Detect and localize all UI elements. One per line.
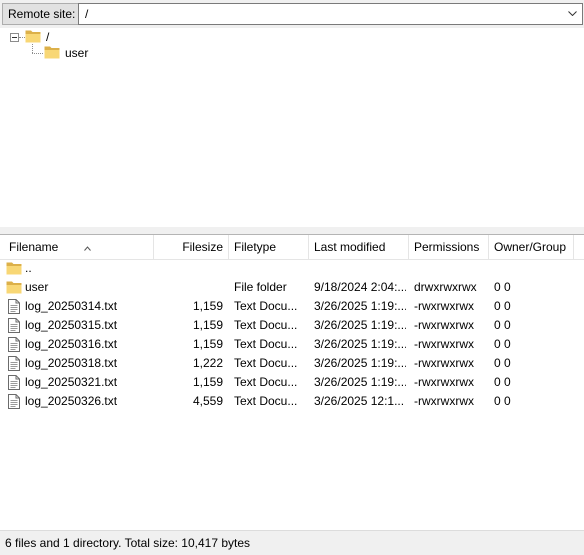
column-separator[interactable] — [573, 235, 574, 259]
row-filesize: 4,559 — [192, 394, 223, 408]
text-file-icon — [8, 394, 20, 415]
folder-row[interactable]: user File folder 9/18/2024 2:04:... drwxrwx… — [0, 278, 584, 297]
row-filesize: 1,159 — [192, 318, 223, 332]
row-last-modified: 3/26/2025 1:19:... — [314, 337, 406, 351]
row-permissions: -rwxrwxrwx — [414, 394, 474, 408]
column-separator[interactable] — [408, 235, 409, 259]
column-header-last-modified[interactable]: Last modified — [314, 235, 406, 259]
row-owner-group: 0 0 — [494, 299, 511, 313]
column-header-filetype[interactable]: Filetype — [234, 235, 304, 259]
remote-site-path-value[interactable]: / — [85, 4, 88, 24]
row-filetype: Text Docu... — [234, 299, 298, 313]
row-permissions: -rwxrwxrwx — [414, 356, 474, 370]
row-owner-group: 0 0 — [494, 375, 511, 389]
remote-site-bar: Remote site: / — [0, 0, 584, 28]
row-filetype: File folder — [234, 280, 287, 294]
tree-node-label[interactable]: user — [65, 44, 88, 62]
file-row[interactable]: log_20250321.txt 1,159 Text Docu... 3/26/20… — [0, 373, 584, 392]
row-owner-group: 0 0 — [494, 356, 511, 370]
row-permissions: -rwxrwxrwx — [414, 318, 474, 332]
row-filesize: 1,159 — [192, 299, 223, 313]
row-owner-group: 0 0 — [494, 337, 511, 351]
sort-ascending-icon — [84, 235, 91, 259]
row-permissions: -rwxrwxrwx — [414, 337, 474, 351]
column-separator[interactable] — [228, 235, 229, 259]
row-filename: log_20250318.txt — [25, 356, 118, 370]
column-separator[interactable] — [308, 235, 309, 259]
column-header-filename[interactable]: Filename — [9, 235, 149, 259]
row-permissions: -rwxrwxrwx — [414, 299, 474, 313]
collapse-toggle-icon[interactable] — [10, 33, 19, 42]
row-filesize: 1,222 — [192, 356, 223, 370]
row-last-modified: 3/26/2025 12:1... — [314, 394, 405, 408]
row-filename: user — [25, 280, 49, 294]
row-last-modified: 9/18/2024 2:04:... — [314, 280, 406, 294]
row-filename: log_20250314.txt — [25, 299, 118, 313]
row-owner-group: 0 0 — [494, 280, 511, 294]
column-header-permissions[interactable]: Permissions — [414, 235, 488, 259]
row-filetype: Text Docu... — [234, 337, 298, 351]
row-filename: log_20250326.txt — [25, 394, 118, 408]
row-filename: .. — [25, 261, 32, 275]
parent-directory-row[interactable]: .. — [0, 259, 584, 278]
column-header-owner-group[interactable]: Owner/Group — [494, 235, 582, 259]
folder-open-icon — [25, 29, 41, 48]
status-bar: 6 files and 1 directory. Total size: 10,… — [0, 530, 584, 555]
chevron-down-icon[interactable] — [566, 4, 580, 24]
row-filesize: 1,159 — [192, 375, 223, 389]
tree-connector — [32, 53, 43, 54]
file-row[interactable]: log_20250318.txt 1,222 Text Docu... 3/26/20… — [0, 354, 584, 373]
row-filename: log_20250316.txt — [25, 337, 118, 351]
file-row[interactable]: log_20250315.txt 1,159 Text Docu... 3/26/20… — [0, 316, 584, 335]
row-last-modified: 3/26/2025 1:19:... — [314, 299, 406, 313]
column-header-label: Filename — [9, 240, 59, 254]
column-separator[interactable] — [488, 235, 489, 259]
column-header-filesize[interactable]: Filesize — [154, 235, 223, 259]
row-filetype: Text Docu... — [234, 394, 298, 408]
row-owner-group: 0 0 — [494, 394, 511, 408]
row-last-modified: 3/26/2025 1:19:... — [314, 318, 406, 332]
row-filesize — [154, 278, 223, 297]
row-filesize: 1,159 — [192, 337, 223, 351]
row-filetype: Text Docu... — [234, 375, 298, 389]
file-row[interactable]: log_20250314.txt 1,159 Text Docu... 3/26/20… — [0, 297, 584, 316]
row-filetype: Text Docu... — [234, 318, 298, 332]
row-permissions: -rwxrwxrwx — [414, 375, 474, 389]
row-last-modified: 3/26/2025 1:19:... — [314, 375, 406, 389]
remote-site-path-combobox[interactable]: / — [78, 3, 583, 25]
row-filename: log_20250315.txt — [25, 318, 118, 332]
status-text: 6 files and 1 directory. Total size: 10,… — [5, 536, 251, 550]
file-row[interactable]: log_20250316.txt 1,159 Text Docu... 3/26/20… — [0, 335, 584, 354]
row-last-modified: 3/26/2025 1:19:... — [314, 356, 406, 370]
row-filetype: Text Docu... — [234, 356, 298, 370]
row-owner-group: 0 0 — [494, 318, 511, 332]
column-header-row: Filename Filesize Filetype Last modified… — [0, 235, 584, 260]
remote-directory-tree[interactable]: / user — [0, 28, 584, 228]
folder-icon — [44, 45, 60, 64]
file-row[interactable]: log_20250326.txt 4,559 Text Docu... 3/26/20… — [0, 392, 584, 411]
tree-node-label[interactable]: / — [46, 28, 49, 46]
remote-file-list[interactable]: Filename Filesize Filetype Last modified… — [0, 235, 584, 530]
row-permissions: drwxrwxrwx — [414, 280, 477, 294]
pane-splitter[interactable] — [0, 227, 584, 235]
remote-site-label: Remote site: — [2, 3, 82, 25]
row-filename: log_20250321.txt — [25, 375, 118, 389]
